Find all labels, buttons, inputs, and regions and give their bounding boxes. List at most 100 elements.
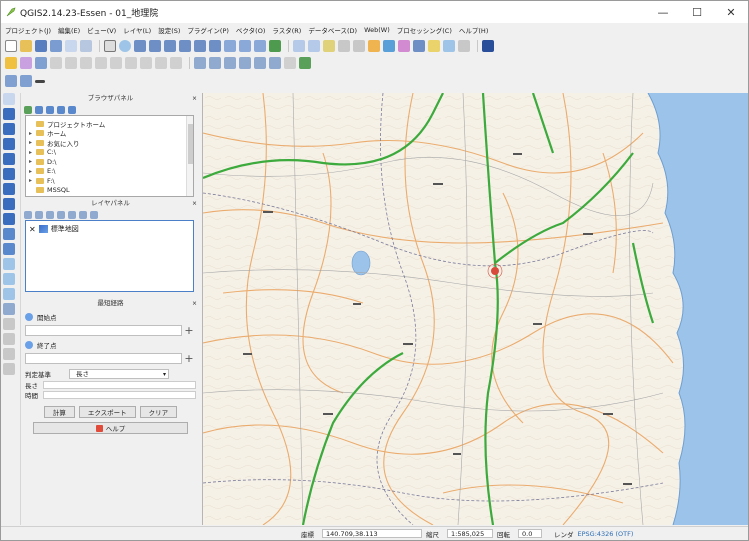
style-layer-icon[interactable] (24, 210, 32, 219)
osm-icon[interactable] (3, 318, 15, 330)
calculate-button[interactable]: 計算 (43, 406, 75, 418)
browser-item[interactable]: プロジェクトホーム (29, 119, 190, 129)
zoom-layer-icon[interactable] (209, 39, 221, 52)
annotation-icon[interactable] (458, 39, 470, 52)
route-panel-close-button[interactable]: ⨯ (192, 298, 197, 309)
new-shapefile-icon[interactable] (3, 258, 15, 270)
help-button[interactable]: ヘルプ (33, 422, 188, 434)
collapse-all-icon[interactable] (57, 105, 65, 114)
copy-features-icon[interactable] (125, 56, 137, 69)
menu-item-0[interactable]: プロジェクト(J) (5, 25, 51, 35)
delete-selected-icon[interactable] (95, 56, 107, 69)
gps-icon[interactable] (3, 363, 15, 375)
add-oracle-icon[interactable] (3, 153, 15, 165)
properties-icon[interactable] (68, 105, 76, 114)
layers-panel-close-button[interactable]: ⨯ (192, 198, 197, 209)
menu-item-4[interactable]: 設定(S) (158, 25, 180, 35)
move-feature-icon[interactable] (65, 56, 77, 69)
render-checkbox[interactable]: レンダ (554, 529, 574, 539)
expand-arrow-icon[interactable]: ▸ (29, 149, 36, 156)
coordinate-field[interactable]: 140.709,38.113 (322, 529, 422, 538)
expand-arrow-icon[interactable]: ▸ (29, 139, 36, 146)
composer-manager-icon[interactable] (80, 39, 92, 52)
undo-icon[interactable] (155, 56, 167, 69)
zoom-full-icon[interactable] (179, 39, 191, 52)
zoom-selection-icon[interactable] (194, 39, 206, 52)
add-raster-icon[interactable] (20, 75, 32, 87)
change-label-icon[interactable] (269, 56, 281, 69)
menu-item-3[interactable]: レイヤ(L) (123, 25, 151, 35)
menu-item-9[interactable]: Web(W) (364, 26, 390, 34)
refresh-icon[interactable] (269, 39, 281, 52)
route-end-icon[interactable] (3, 348, 15, 360)
layer-row[interactable]: ✕ 標準地図 (29, 224, 190, 234)
pan-icon[interactable] (104, 39, 116, 52)
capture-end-button[interactable]: + (182, 352, 196, 365)
remove-layer-icon[interactable] (35, 79, 45, 83)
zoom-out-icon[interactable] (149, 39, 161, 52)
clear-button[interactable]: クリア (139, 406, 178, 418)
browser-panel-close-button[interactable]: ⨯ (192, 93, 197, 104)
menu-item-10[interactable]: プロセッシング(C) (397, 25, 452, 35)
browser-scrollbar[interactable] (186, 116, 193, 196)
move-label-icon[interactable] (239, 56, 251, 69)
select-by-value-icon[interactable] (323, 39, 335, 52)
add-wcs-icon[interactable] (3, 213, 15, 225)
attribute-table-icon[interactable] (353, 39, 365, 52)
node-tool-icon[interactable] (80, 56, 92, 69)
select-icon[interactable] (308, 39, 320, 52)
add-postgis-icon[interactable] (3, 123, 15, 135)
new-map-view-icon[interactable] (254, 39, 266, 52)
add-vector-icon[interactable] (5, 75, 17, 87)
remove-layer-small-icon[interactable] (90, 210, 98, 219)
browser-item[interactable]: ▸ C:\ (29, 148, 190, 158)
browser-item[interactable]: MSSQL (29, 186, 190, 196)
add-group-icon[interactable] (35, 210, 43, 219)
expand-arrow-icon[interactable]: ▸ (29, 177, 36, 184)
toggle-editing-icon[interactable] (20, 56, 32, 69)
python-console-icon[interactable] (482, 39, 494, 52)
deselect-icon[interactable] (338, 39, 350, 52)
browser-item[interactable]: ▸ E:\ (29, 167, 190, 177)
label-tool-icon[interactable] (194, 56, 206, 69)
cut-features-icon[interactable] (110, 56, 122, 69)
filter-browser-icon[interactable] (46, 105, 54, 114)
rotate-label-icon[interactable] (254, 56, 266, 69)
shortest-path-icon[interactable] (299, 56, 311, 69)
capture-start-button[interactable]: + (182, 324, 196, 337)
menu-item-8[interactable]: データベース(D) (308, 25, 357, 35)
zoom-last-icon[interactable] (224, 39, 236, 52)
map-canvas[interactable] (202, 93, 748, 525)
rotation-field[interactable]: 0.0 (518, 529, 542, 538)
paste-features-icon[interactable] (140, 56, 152, 69)
browser-item[interactable]: ▸ ホーム (29, 129, 190, 139)
add-wfs-icon[interactable] (3, 228, 15, 240)
new-project-icon[interactable] (5, 39, 17, 52)
criterion-select[interactable]: 長さ (69, 368, 169, 379)
measure-icon[interactable] (398, 39, 410, 52)
layer-visibility-checkbox[interactable]: ✕ (29, 225, 36, 234)
statistics-icon[interactable] (383, 39, 395, 52)
collapse-layers-icon[interactable] (79, 210, 87, 219)
add-delimited-text-icon[interactable] (3, 93, 15, 105)
expand-arrow-icon[interactable]: ▸ (29, 168, 36, 175)
print-composer-icon[interactable] (65, 39, 77, 52)
close-button[interactable]: ✕ (714, 1, 748, 23)
expand-arrow-icon[interactable]: ▸ (29, 130, 36, 137)
scale-field[interactable]: 1:585,025 (447, 529, 493, 538)
add-spatialite-icon[interactable] (3, 108, 15, 120)
add-db2-icon[interactable] (3, 168, 15, 180)
add-selected-layers-icon[interactable] (35, 105, 43, 114)
field-calculator-icon[interactable] (368, 39, 380, 52)
show-labels-icon[interactable] (224, 56, 236, 69)
digitize-icon[interactable] (284, 56, 296, 69)
identify-icon[interactable] (293, 39, 305, 52)
redo-icon[interactable] (170, 56, 182, 69)
menu-item-6[interactable]: ベクタ(O) (236, 25, 265, 35)
pan-to-selection-icon[interactable] (119, 39, 131, 52)
minimize-button[interactable]: — (646, 1, 680, 23)
zoom-in-icon[interactable] (134, 39, 146, 52)
save-edits-icon[interactable] (35, 56, 47, 69)
text-annotation-icon[interactable] (443, 39, 455, 52)
route-start-icon[interactable] (3, 333, 15, 345)
